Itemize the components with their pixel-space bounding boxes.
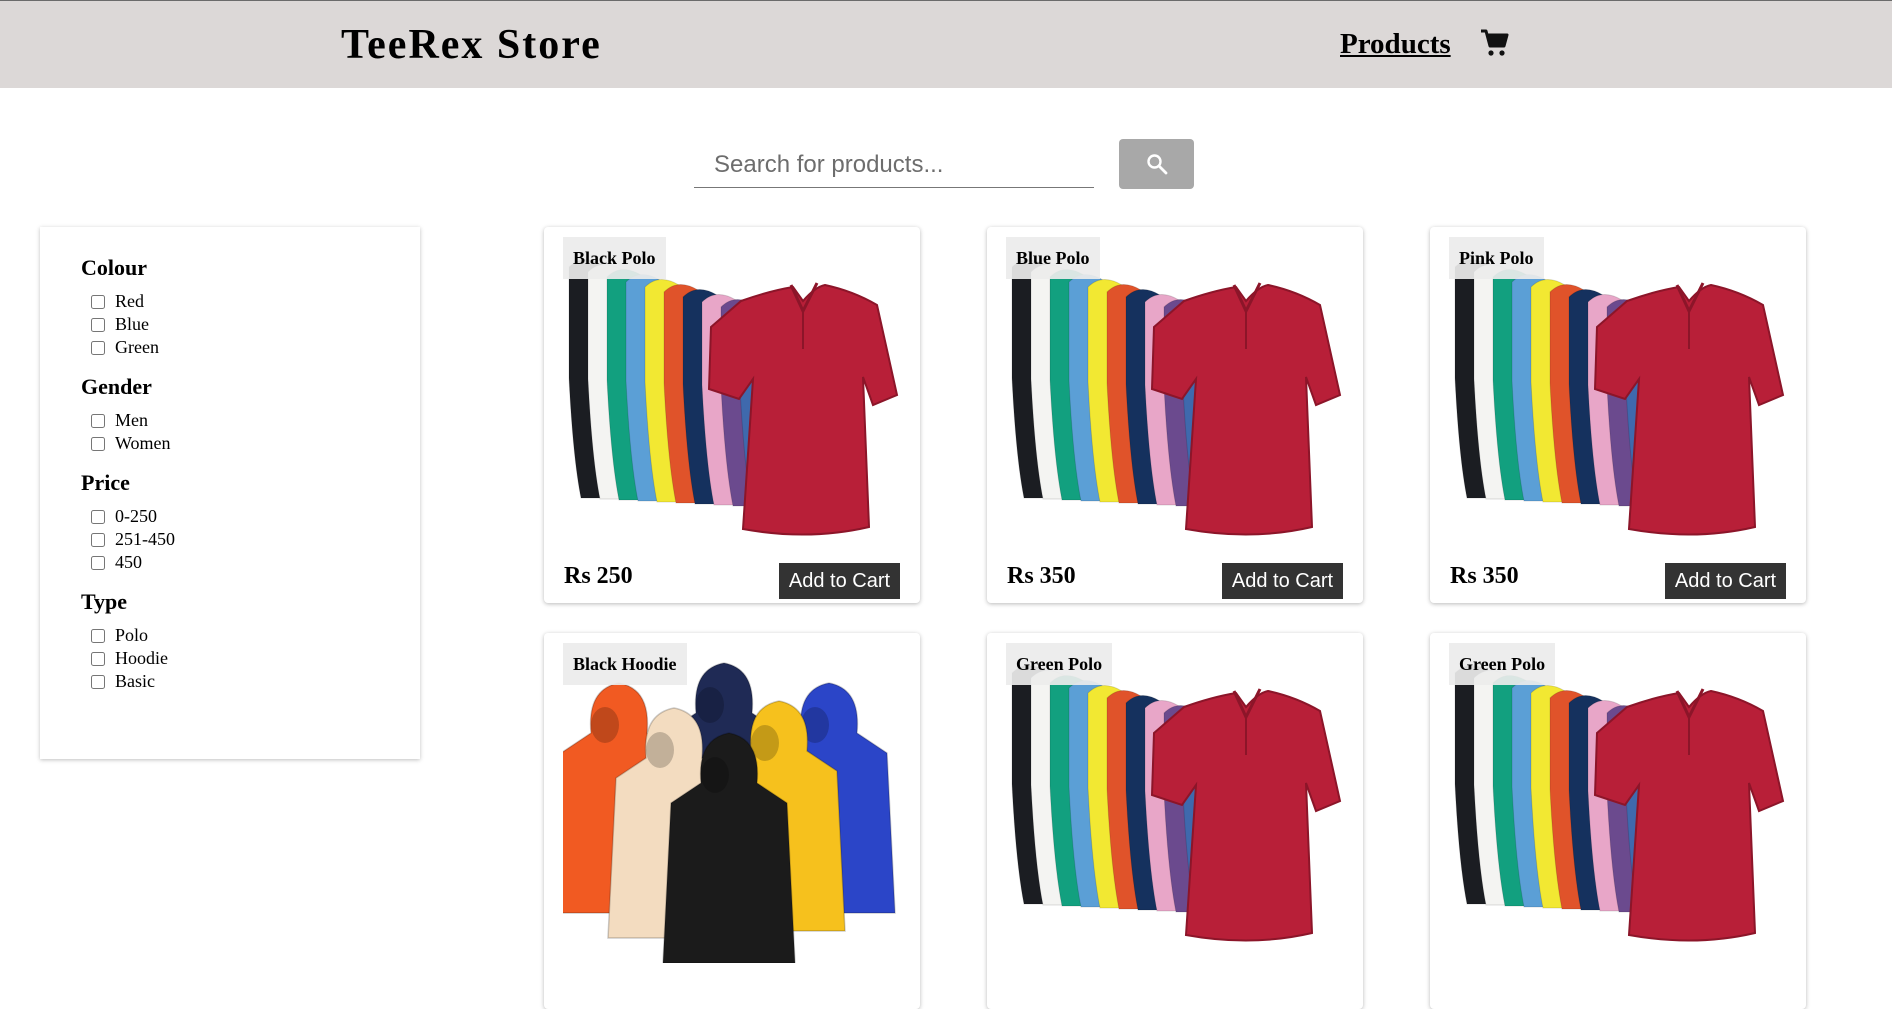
filter-group-price: Price 0-250 251-450 450	[81, 467, 420, 574]
search-icon	[1146, 154, 1167, 175]
product-name: Black Hoodie	[563, 643, 687, 685]
product-card[interactable]: Green Polo	[1430, 633, 1806, 1009]
filter-title: Colour	[81, 255, 147, 280]
product-price: Rs 250	[564, 563, 633, 589]
product-card[interactable]: Pink Polo Rs 350 Add to Cart	[1430, 227, 1806, 603]
search-button[interactable]	[1119, 139, 1194, 189]
product-image	[1006, 237, 1343, 557]
product-name: Black Polo	[563, 237, 666, 279]
product-image	[563, 237, 900, 557]
filter-option[interactable]: Women	[81, 432, 420, 455]
filter-option-label: 450	[115, 552, 142, 572]
product-name: Green Polo	[1006, 643, 1113, 685]
filter-title: Price	[81, 470, 130, 495]
add-to-cart-button[interactable]: Add to Cart	[1222, 563, 1343, 599]
product-card[interactable]: Green Polo	[987, 633, 1363, 1009]
filter-option-label: Men	[115, 410, 148, 430]
filter-title: Gender	[81, 374, 152, 399]
filter-option[interactable]: Basic	[81, 670, 420, 693]
filter-option-label: 251-450	[115, 529, 175, 549]
filter-checkbox[interactable]	[91, 674, 105, 689]
product-image	[1449, 643, 1786, 963]
shopping-cart-icon[interactable]	[1479, 27, 1511, 59]
filter-checkbox[interactable]	[91, 340, 105, 355]
filter-option[interactable]: Polo	[81, 624, 420, 647]
filter-checkbox[interactable]	[91, 436, 105, 451]
filter-option[interactable]: Hoodie	[81, 647, 420, 670]
filter-option-label: Basic	[115, 671, 155, 691]
filter-checkbox[interactable]	[91, 413, 105, 428]
filter-title: Type	[81, 589, 128, 614]
product-name: Pink Polo	[1449, 237, 1544, 279]
product-image	[1449, 237, 1786, 557]
search-input[interactable]	[694, 142, 1094, 188]
add-to-cart-button[interactable]: Add to Cart	[779, 563, 900, 599]
product-name: Green Polo	[1449, 643, 1556, 685]
filter-option-label: Red	[115, 291, 144, 311]
filter-option[interactable]: Green	[81, 336, 420, 359]
filter-checkbox[interactable]	[91, 555, 105, 570]
filter-option[interactable]: 251-450	[81, 528, 420, 551]
product-price: Rs 350	[1450, 563, 1519, 589]
filter-option-label: Women	[115, 433, 171, 453]
filter-option-label: Green	[115, 337, 159, 357]
nav-products-link[interactable]: Products	[1340, 28, 1451, 61]
product-image	[1006, 643, 1343, 963]
top-navbar: TeeRex Store Products	[0, 0, 1892, 88]
filter-option-label: Polo	[115, 625, 149, 645]
filter-option-label: Blue	[115, 314, 149, 334]
filter-panel: Colour Red Blue Green Gender Men Women Price 0-2…	[40, 227, 420, 759]
filter-option[interactable]: 450	[81, 551, 420, 574]
brand-logo[interactable]: TeeRex Store	[341, 21, 602, 69]
product-image	[563, 643, 900, 963]
filter-group-gender: Gender Men Women	[81, 371, 420, 455]
filter-option[interactable]: Red	[81, 290, 420, 313]
add-to-cart-button[interactable]: Add to Cart	[1665, 563, 1786, 599]
filter-group-type: Type Polo Hoodie Basic	[81, 586, 420, 693]
product-card[interactable]: Black Polo Rs 250 Add to Cart	[544, 227, 920, 603]
filter-checkbox[interactable]	[91, 651, 105, 666]
product-card[interactable]: Blue Polo Rs 350 Add to Cart	[987, 227, 1363, 603]
filter-option[interactable]: Men	[81, 409, 420, 432]
filter-group-colour: Colour Red Blue Green	[81, 252, 420, 359]
filter-option[interactable]: Blue	[81, 313, 420, 336]
filter-option[interactable]: 0-250	[81, 505, 420, 528]
product-name: Blue Polo	[1006, 237, 1100, 279]
filter-checkbox[interactable]	[91, 294, 105, 309]
filter-checkbox[interactable]	[91, 317, 105, 332]
filter-option-label: Hoodie	[115, 648, 168, 668]
filter-checkbox[interactable]	[91, 628, 105, 643]
filter-checkbox[interactable]	[91, 532, 105, 547]
filter-option-label: 0-250	[115, 506, 157, 526]
filter-checkbox[interactable]	[91, 509, 105, 524]
product-card[interactable]: Black Hoodie	[544, 633, 920, 1009]
product-price: Rs 350	[1007, 563, 1076, 589]
